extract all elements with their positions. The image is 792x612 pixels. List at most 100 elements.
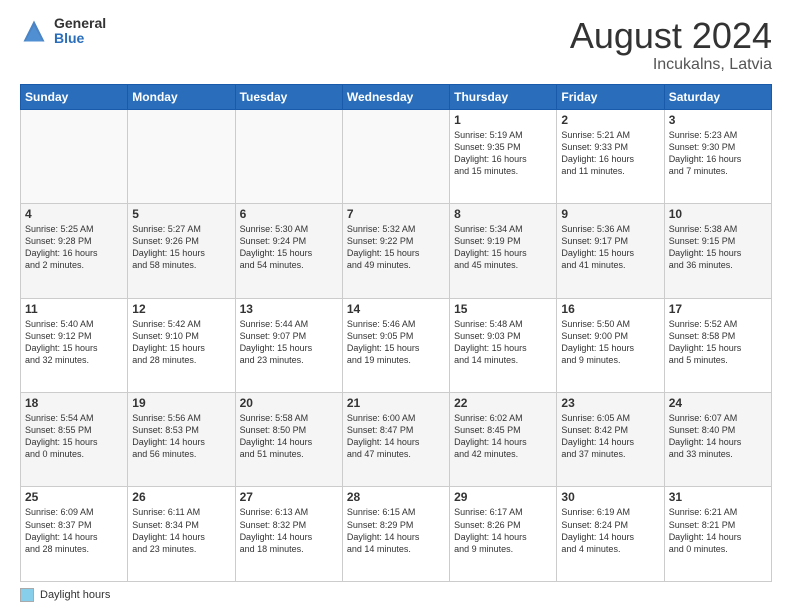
day-number: 23 bbox=[561, 396, 659, 410]
calendar-week-5: 25Sunrise: 6:09 AM Sunset: 8:37 PM Dayli… bbox=[21, 487, 772, 582]
calendar-cell: 11Sunrise: 5:40 AM Sunset: 9:12 PM Dayli… bbox=[21, 298, 128, 392]
day-info: Sunrise: 6:11 AM Sunset: 8:34 PM Dayligh… bbox=[132, 506, 230, 555]
calendar-cell: 24 Sunrise: 6:07 AM Sunset: 8:40 PM Dayli… bbox=[664, 393, 771, 487]
weekday-header-sunday: Sunday bbox=[21, 84, 128, 109]
day-info: Sunrise: 5:44 AM Sunset: 9:07 PM Dayligh… bbox=[240, 318, 338, 367]
calendar-table: SundayMondayTuesdayWednesdayThursdayFrid… bbox=[20, 84, 772, 582]
day-number: 20 bbox=[240, 396, 338, 410]
day-number: 19 bbox=[132, 396, 230, 410]
day-number: 30 bbox=[561, 490, 659, 504]
day-info: Sunrise: 5:56 AM Sunset: 8:53 PM Dayligh… bbox=[132, 412, 230, 461]
day-number: 15 bbox=[454, 302, 552, 316]
day-number: 6 bbox=[240, 207, 338, 221]
footer: Daylight hours bbox=[20, 588, 772, 602]
calendar-cell: 31 Sunrise: 6:21 AM Sunset: 8:21 PM Dayli… bbox=[664, 487, 771, 582]
day-info: Sunrise: 6:21 AM Sunset: 8:21 PM Dayligh… bbox=[669, 506, 767, 555]
header: General Blue August 2024 Incukalns, Latv… bbox=[20, 16, 772, 74]
day-number: 31 bbox=[669, 490, 767, 504]
calendar-cell: 9 Sunrise: 5:36 AM Sunset: 9:17 PM Daylig… bbox=[557, 204, 664, 298]
day-number: 26 bbox=[132, 490, 230, 504]
day-number: 17 bbox=[669, 302, 767, 316]
calendar-cell: 12 Sunrise: 5:42 AM Sunset: 9:10 PM Dayli… bbox=[128, 298, 235, 392]
day-info: Sunrise: 6:19 AM Sunset: 8:24 PM Dayligh… bbox=[561, 506, 659, 555]
day-number: 5 bbox=[132, 207, 230, 221]
calendar-cell: 25Sunrise: 6:09 AM Sunset: 8:37 PM Dayli… bbox=[21, 487, 128, 582]
logo-text: General Blue bbox=[54, 16, 106, 47]
calendar-cell bbox=[21, 109, 128, 203]
day-number: 24 bbox=[669, 396, 767, 410]
calendar-cell: 3 Sunrise: 5:23 AM Sunset: 9:30 PM Daylig… bbox=[664, 109, 771, 203]
calendar-cell: 26 Sunrise: 6:11 AM Sunset: 8:34 PM Dayli… bbox=[128, 487, 235, 582]
calendar-cell: 4 Sunrise: 5:25 AM Sunset: 9:28 PM Daylig… bbox=[21, 204, 128, 298]
day-info: Sunrise: 6:09 AM Sunset: 8:37 PM Dayligh… bbox=[25, 506, 123, 555]
day-number: 14 bbox=[347, 302, 445, 316]
day-number: 12 bbox=[132, 302, 230, 316]
calendar-cell: 23Sunrise: 6:05 AM Sunset: 8:42 PM Dayli… bbox=[557, 393, 664, 487]
day-number: 21 bbox=[347, 396, 445, 410]
calendar-cell: 13Sunrise: 5:44 AM Sunset: 9:07 PM Dayli… bbox=[235, 298, 342, 392]
day-number: 3 bbox=[669, 113, 767, 127]
day-number: 7 bbox=[347, 207, 445, 221]
calendar-cell: 28 Sunrise: 6:15 AM Sunset: 8:29 PM Dayli… bbox=[342, 487, 449, 582]
day-info: Sunrise: 5:54 AM Sunset: 8:55 PM Dayligh… bbox=[25, 412, 123, 461]
logo-icon bbox=[20, 17, 48, 45]
day-info: Sunrise: 5:27 AM Sunset: 9:26 PM Dayligh… bbox=[132, 223, 230, 272]
day-info: Sunrise: 5:25 AM Sunset: 9:28 PM Dayligh… bbox=[25, 223, 123, 272]
day-info: Sunrise: 6:15 AM Sunset: 8:29 PM Dayligh… bbox=[347, 506, 445, 555]
calendar-cell: 19 Sunrise: 5:56 AM Sunset: 8:53 PM Dayli… bbox=[128, 393, 235, 487]
calendar-cell: 17 Sunrise: 5:52 AM Sunset: 8:58 PM Dayli… bbox=[664, 298, 771, 392]
legend-label: Daylight hours bbox=[40, 589, 110, 601]
day-number: 28 bbox=[347, 490, 445, 504]
day-info: Sunrise: 6:00 AM Sunset: 8:47 PM Dayligh… bbox=[347, 412, 445, 461]
page: General Blue August 2024 Incukalns, Latv… bbox=[0, 0, 792, 612]
calendar-cell: 2Sunrise: 5:21 AM Sunset: 9:33 PM Daylig… bbox=[557, 109, 664, 203]
day-info: Sunrise: 6:17 AM Sunset: 8:26 PM Dayligh… bbox=[454, 506, 552, 555]
day-number: 11 bbox=[25, 302, 123, 316]
calendar-week-1: 1Sunrise: 5:19 AM Sunset: 9:35 PM Daylig… bbox=[21, 109, 772, 203]
calendar-cell: 22 Sunrise: 6:02 AM Sunset: 8:45 PM Dayli… bbox=[450, 393, 557, 487]
day-info: Sunrise: 5:46 AM Sunset: 9:05 PM Dayligh… bbox=[347, 318, 445, 367]
calendar-week-2: 4 Sunrise: 5:25 AM Sunset: 9:28 PM Daylig… bbox=[21, 204, 772, 298]
day-number: 10 bbox=[669, 207, 767, 221]
day-info: Sunrise: 6:07 AM Sunset: 8:40 PM Dayligh… bbox=[669, 412, 767, 461]
calendar-cell: 7 Sunrise: 5:32 AM Sunset: 9:22 PM Daylig… bbox=[342, 204, 449, 298]
logo-general: General bbox=[54, 16, 106, 31]
calendar-cell: 10 Sunrise: 5:38 AM Sunset: 9:15 PM Dayli… bbox=[664, 204, 771, 298]
day-info: Sunrise: 5:42 AM Sunset: 9:10 PM Dayligh… bbox=[132, 318, 230, 367]
day-info: Sunrise: 6:13 AM Sunset: 8:32 PM Dayligh… bbox=[240, 506, 338, 555]
logo-blue: Blue bbox=[54, 31, 106, 46]
calendar-cell: 16Sunrise: 5:50 AM Sunset: 9:00 PM Dayli… bbox=[557, 298, 664, 392]
day-info: Sunrise: 5:23 AM Sunset: 9:30 PM Dayligh… bbox=[669, 129, 767, 178]
location-title: Incukalns, Latvia bbox=[570, 56, 772, 74]
day-info: Sunrise: 6:02 AM Sunset: 8:45 PM Dayligh… bbox=[454, 412, 552, 461]
calendar-cell: 30 Sunrise: 6:19 AM Sunset: 8:24 PM Dayli… bbox=[557, 487, 664, 582]
weekday-header-wednesday: Wednesday bbox=[342, 84, 449, 109]
weekday-header-row: SundayMondayTuesdayWednesdayThursdayFrid… bbox=[21, 84, 772, 109]
weekday-header-monday: Monday bbox=[128, 84, 235, 109]
day-number: 9 bbox=[561, 207, 659, 221]
calendar-cell: 21 Sunrise: 6:00 AM Sunset: 8:47 PM Dayli… bbox=[342, 393, 449, 487]
calendar-cell: 18Sunrise: 5:54 AM Sunset: 8:55 PM Dayli… bbox=[21, 393, 128, 487]
weekday-header-thursday: Thursday bbox=[450, 84, 557, 109]
calendar-cell: 15Sunrise: 5:48 AM Sunset: 9:03 PM Dayli… bbox=[450, 298, 557, 392]
day-number: 8 bbox=[454, 207, 552, 221]
calendar-cell: 20Sunrise: 5:58 AM Sunset: 8:50 PM Dayli… bbox=[235, 393, 342, 487]
calendar-cell bbox=[128, 109, 235, 203]
day-info: Sunrise: 5:52 AM Sunset: 8:58 PM Dayligh… bbox=[669, 318, 767, 367]
day-number: 4 bbox=[25, 207, 123, 221]
weekday-header-friday: Friday bbox=[557, 84, 664, 109]
day-info: Sunrise: 5:36 AM Sunset: 9:17 PM Dayligh… bbox=[561, 223, 659, 272]
calendar-cell bbox=[342, 109, 449, 203]
day-info: Sunrise: 5:30 AM Sunset: 9:24 PM Dayligh… bbox=[240, 223, 338, 272]
day-number: 16 bbox=[561, 302, 659, 316]
day-info: Sunrise: 5:34 AM Sunset: 9:19 PM Dayligh… bbox=[454, 223, 552, 272]
day-info: Sunrise: 5:32 AM Sunset: 9:22 PM Dayligh… bbox=[347, 223, 445, 272]
calendar-cell: 14 Sunrise: 5:46 AM Sunset: 9:05 PM Dayli… bbox=[342, 298, 449, 392]
weekday-header-saturday: Saturday bbox=[664, 84, 771, 109]
day-number: 22 bbox=[454, 396, 552, 410]
day-number: 1 bbox=[454, 113, 552, 127]
day-number: 2 bbox=[561, 113, 659, 127]
day-number: 29 bbox=[454, 490, 552, 504]
calendar-cell bbox=[235, 109, 342, 203]
day-info: Sunrise: 5:38 AM Sunset: 9:15 PM Dayligh… bbox=[669, 223, 767, 272]
